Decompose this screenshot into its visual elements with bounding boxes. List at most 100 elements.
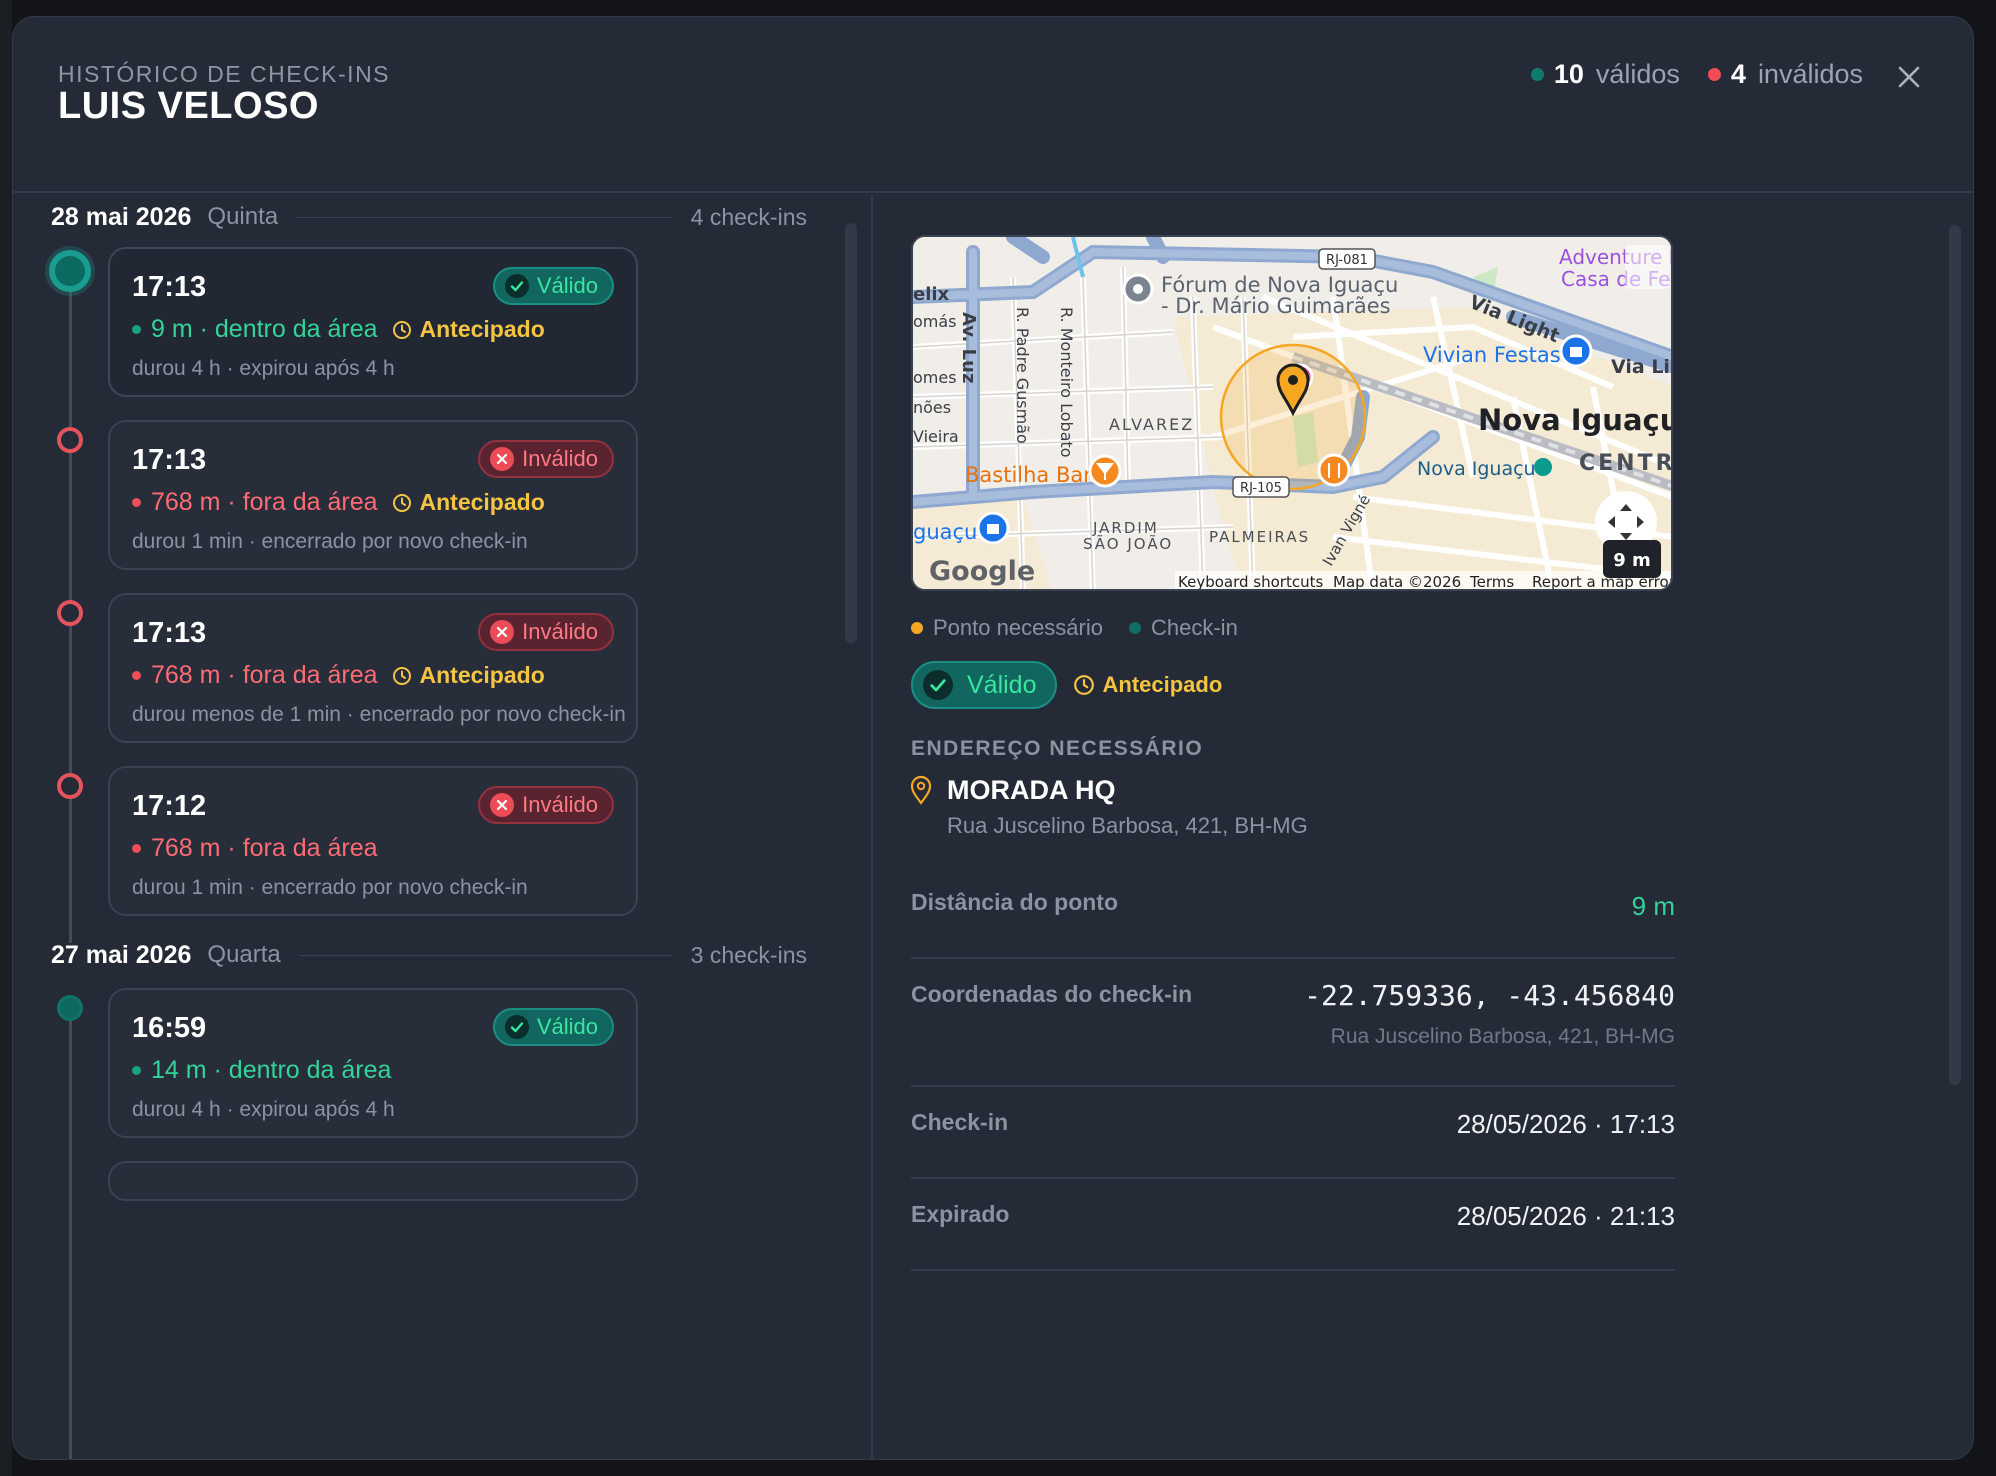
train-station-icon[interactable] [1534,458,1552,476]
early-label: Antecipado [419,316,545,342]
checkin-row: Check-in 28/05/2026 · 17:13 [911,1087,1675,1179]
early-tag: Antecipado [392,316,545,343]
early-tag: Antecipado [392,489,545,516]
map-scale-label: 9 m [1613,550,1651,571]
checkin-time: 17:12 [132,790,207,822]
day-header: 28 mai 2026 Quinta 4 check-ins [51,197,807,237]
day-header: 27 mai 2026 Quarta 3 check-ins [51,935,807,975]
status-label: Inválido [522,619,598,644]
day-count: 4 check-ins [690,203,807,230]
status-badge: Inválido [478,786,614,824]
invalid-label: inválidos [1757,59,1863,89]
map-view[interactable]: RJ-081 RJ-105 Fórum de Nova Iguaçu - Dr.… [911,235,1673,591]
checkin-time: 17:13 [132,617,207,649]
map-label-rj081: RJ-081 [1326,253,1368,268]
timeline-node-invalid [57,773,83,799]
status-badge: Inválido [478,440,614,478]
restaurant-poi-icon[interactable] [1317,453,1351,487]
map-label-rj105: RJ-105 [1240,481,1282,496]
map-label-via-lig: Via Lig [1611,356,1673,378]
forum-poi-icon[interactable] [1122,273,1154,305]
distance-dot-icon [132,1066,141,1075]
day-date: 28 mai 2026 [51,202,192,231]
legend-checkin-label: Check-in [1151,615,1238,640]
map-label-elix: elix [913,284,950,305]
expired-label: Expirado [911,1201,1010,1227]
valid-count: 10 [1553,59,1584,89]
x-circle-icon [490,447,515,471]
duration-text: durou menos de 1 min · encerrado por nov… [132,703,626,726]
close-icon [1898,66,1920,88]
check-icon [504,1015,529,1039]
close-button[interactable] [1887,55,1931,99]
distance-row: Distância do ponto 9 m [911,867,1675,959]
map-keyboard-shortcuts[interactable]: Keyboard shortcuts [1178,573,1323,591]
valid-dot-icon [1530,68,1544,81]
checkin-detail-panel: RJ-081 RJ-105 Fórum de Nova Iguaçu - Dr.… [875,195,1973,1459]
day-weekday: Quinta [207,203,279,230]
detail-status-label: Válido [967,670,1037,699]
expired-row: Expirado 28/05/2026 · 21:13 [911,1179,1675,1271]
modal-header: HISTÓRICO DE CHECK-INS LUIS VELOSO 10 vá… [13,17,1973,193]
map-label-noes: nões [913,398,951,417]
map-fullscreen-button[interactable] [1625,245,1669,289]
duration-text: durou 4 h · expirou após 4 h [132,357,395,380]
checkin-timeline[interactable]: 28 mai 2026 Quinta 4 check-ins 17:13 Vál… [13,195,873,1459]
detail-status-badge: Válido [911,661,1057,709]
checkin-card[interactable]: 17:13 Inválido 768 m · fora da área Ante… [108,593,638,743]
map-label-vivian: Vivian Festas [1423,343,1561,367]
address-section-title: ENDEREÇO NECESSÁRIO [911,737,1204,760]
coordinates-label: Coordenadas do check-in [911,981,1193,1007]
legend-required: Ponto necessário [911,615,1103,641]
clock-icon [392,493,411,512]
distance-label: Distância do ponto [911,889,1118,915]
shopping-poi-icon[interactable] [1559,334,1593,368]
status-badge: Válido [492,1008,614,1046]
checkin-label: Check-in [911,1109,1009,1135]
teal-dot-icon [1129,622,1141,634]
x-circle-icon [490,793,515,817]
check-icon [923,670,953,700]
coordinates-address: Rua Juscelino Barbosa, 421, BH-MG [1330,1025,1675,1048]
detail-scrollbar[interactable] [1949,225,1961,1085]
distance-text: 768 m · fora da área [151,488,378,516]
shopping-poi-icon-2[interactable] [976,511,1010,545]
detail-early-label: Antecipado [1102,672,1223,697]
distance-dot-icon [132,325,141,334]
checkin-card[interactable]: 17:13 Válido 9 m · dentro da área Anteci… [108,247,638,397]
checkin-time: 17:13 [132,444,207,476]
status-label: Inválido [522,792,598,817]
checkin-card-partial[interactable] [108,1161,638,1201]
duration-text: durou 1 min · encerrado por novo check-i… [132,876,528,899]
distance-value: 9 m [1631,891,1675,921]
map-canvas[interactable]: RJ-081 RJ-105 Fórum de Nova Iguaçu - Dr.… [913,237,1673,591]
checkin-time: 17:13 [132,271,207,303]
bar-poi-icon[interactable] [1088,454,1122,488]
distance-line: 14 m · dentro da área [132,1056,391,1085]
distance-dot-icon [132,844,141,853]
orange-dot-icon [911,622,923,634]
detail-status: Válido Antecipado [911,661,1222,709]
invalid-count: 4 [1730,59,1746,89]
duration-text: durou 4 h · expirou após 4 h [132,1098,395,1121]
checkin-card[interactable]: 17:13 Inválido 768 m · fora da área Ante… [108,420,638,570]
distance-text: 768 m · fora da área [151,661,378,689]
employee-name: LUIS VELOSO [58,85,319,127]
map-label-palmeiras: PALMEIRAS [1209,528,1310,546]
map-label-sao-joao: SÃO JOÃO [1083,534,1173,553]
timeline-node-valid [49,250,91,292]
map-label-guacu: guaçu [913,520,977,544]
modal-eyebrow: HISTÓRICO DE CHECK-INS [58,61,391,87]
address-line: Rua Juscelino Barbosa, 421, BH-MG [947,813,1308,838]
coordinates-value: -22.759336, -43.456840 [1304,979,1675,1012]
checkin-history-modal: HISTÓRICO DE CHECK-INS LUIS VELOSO 10 vá… [12,16,1974,1460]
map-label-omes: omes [913,368,957,387]
legend-checkin: Check-in [1129,615,1238,641]
clock-icon [1073,675,1094,695]
checkin-card[interactable]: 17:12 Inválido 768 m · fora da área duro… [108,766,638,916]
map-label-nova-iguacu: Nova Iguaçu [1478,403,1673,437]
map-terms-link[interactable]: Terms [1469,573,1514,591]
timeline-scrollbar[interactable] [845,223,857,643]
valid-stat: 10 válidos [1530,59,1680,90]
checkin-card[interactable]: 16:59 Válido 14 m · dentro da área durou… [108,988,638,1138]
